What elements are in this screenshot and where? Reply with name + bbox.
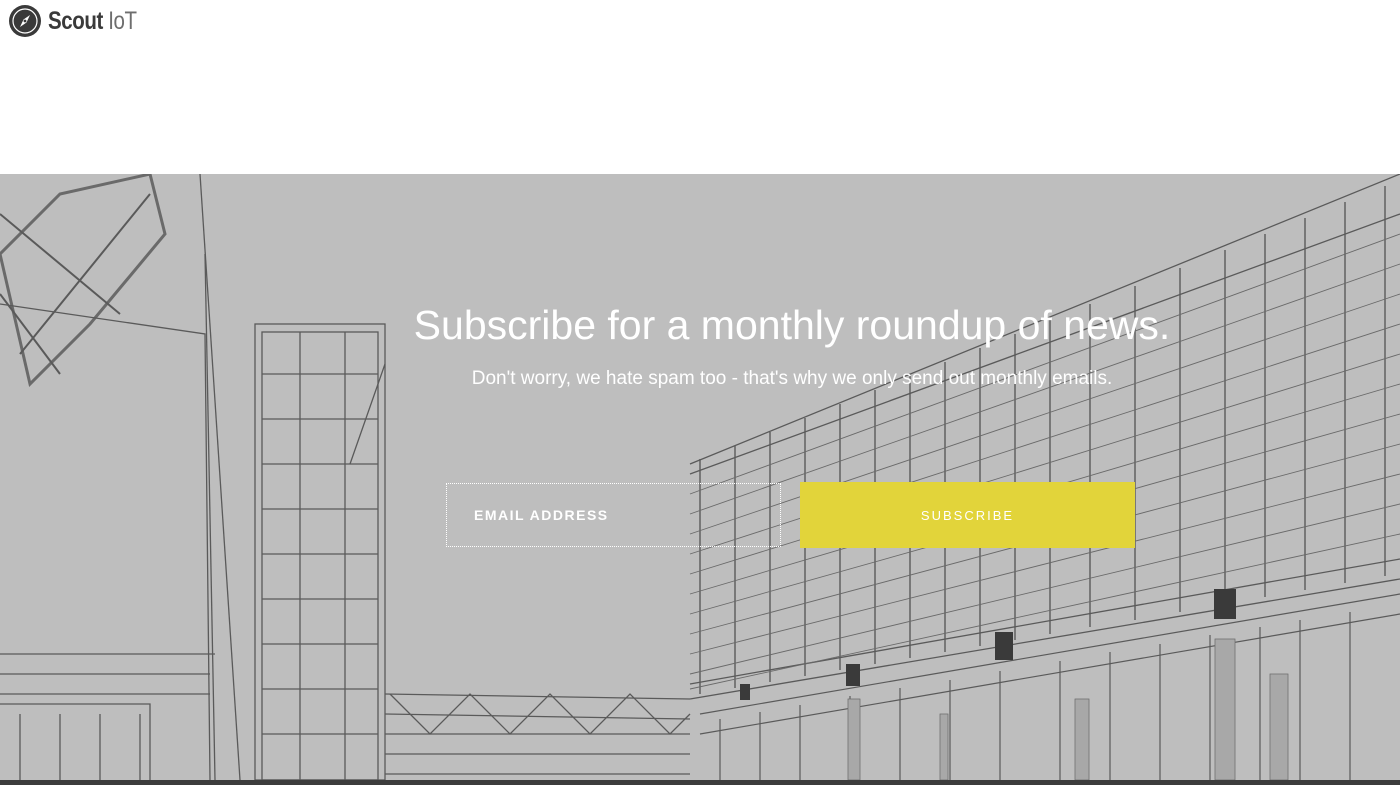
subscribe-heading: Subscribe for a monthly roundup of news. bbox=[413, 302, 1171, 348]
footer-bar bbox=[0, 780, 1400, 785]
logo-word-iot: IoT bbox=[108, 6, 137, 35]
logo-text: Scout IoT bbox=[48, 7, 137, 36]
compass-icon bbox=[9, 5, 41, 37]
subscribe-subheading: Don't worry, we hate spam too - that's w… bbox=[471, 368, 1113, 389]
subscribe-hero: Subscribe for a monthly roundup of news.… bbox=[0, 174, 1400, 780]
building-sketch-background bbox=[0, 174, 1400, 780]
logo-word-scout: Scout bbox=[48, 6, 103, 35]
subscribe-button[interactable]: SUBSCRIBE bbox=[800, 482, 1135, 548]
site-header: Scout IoT bbox=[0, 0, 1400, 174]
logo-link[interactable]: Scout IoT bbox=[8, 4, 156, 38]
email-field[interactable] bbox=[446, 483, 781, 547]
